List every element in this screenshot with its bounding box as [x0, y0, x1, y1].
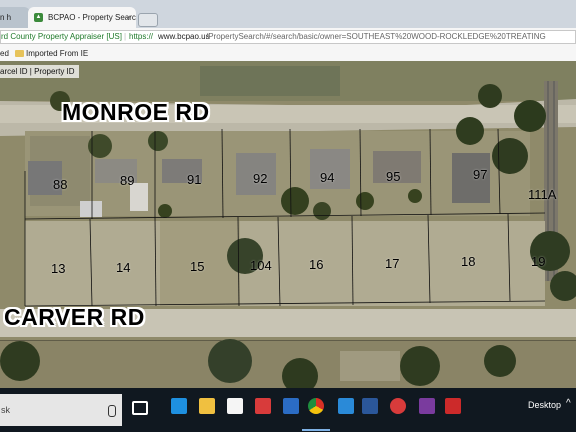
microphone-icon[interactable]: [108, 405, 116, 417]
lot-label[interactable]: 88: [53, 177, 67, 192]
onenote-icon[interactable]: [419, 398, 435, 414]
lot-label[interactable]: 18: [461, 254, 475, 269]
bookmarks-bar: ed Imported From IE: [0, 46, 576, 62]
app-red-icon[interactable]: [255, 398, 271, 414]
aerial-map[interactable]: arcel ID | Property ID MONROE RD CARVER …: [0, 61, 576, 388]
lot-label[interactable]: 14: [116, 260, 130, 275]
close-tab-icon[interactable]: ×: [126, 7, 131, 28]
url-field[interactable]: rd County Property Appraiser [US] | http…: [0, 30, 576, 44]
search-type-bar[interactable]: arcel ID | Property ID: [0, 65, 79, 78]
bookmark-item[interactable]: ed: [0, 46, 9, 61]
store-icon[interactable]: [227, 398, 243, 414]
tab-bcpao-property-search[interactable]: ▲ BCPAO - Property Search ×: [28, 7, 136, 28]
active-app-indicator: [302, 429, 330, 431]
browser-tab-strip: n h ▲ BCPAO - Property Search ×: [0, 0, 576, 28]
lot-label[interactable]: 89: [120, 173, 134, 188]
file-explorer-icon[interactable]: [199, 398, 215, 414]
url-separator: |: [124, 32, 127, 41]
lot-label[interactable]: 19: [531, 254, 545, 269]
lot-label[interactable]: 13: [51, 261, 65, 276]
lot-label[interactable]: 97: [473, 167, 487, 182]
new-tab-button[interactable]: [138, 13, 158, 27]
url-protocol: https://: [129, 32, 154, 41]
acrobat-icon[interactable]: [445, 398, 461, 414]
lot-label[interactable]: 17: [385, 256, 399, 271]
bcpao-favicon-icon: ▲: [34, 13, 43, 22]
taskbar-search-box[interactable]: sk: [0, 394, 122, 426]
windows-taskbar: sk ^ Desktop: [0, 388, 576, 432]
tab-label: BCPAO - Property Search: [48, 13, 136, 22]
url-path: /PropertySearch/#/search/basic/owner=SOU…: [206, 32, 546, 41]
task-view-icon[interactable]: [132, 401, 148, 415]
lot-label[interactable]: 16: [309, 257, 323, 272]
folder-icon: [15, 50, 24, 57]
tab-previous[interactable]: n h: [0, 7, 30, 28]
tray-chevron-icon[interactable]: ^: [566, 398, 571, 409]
lot-label[interactable]: 92: [253, 171, 267, 186]
address-bar: rd County Property Appraiser [US] | http…: [0, 28, 576, 47]
lot-label[interactable]: 95: [386, 169, 400, 184]
app-blue-icon[interactable]: [283, 398, 299, 414]
street-label-monroe-rd: MONROE RD: [62, 99, 210, 125]
lot-label[interactable]: 91: [187, 172, 201, 187]
lot-label[interactable]: 94: [320, 170, 334, 185]
bookmark-imported-from-ie[interactable]: Imported From IE: [26, 46, 88, 61]
edge-icon[interactable]: [171, 398, 187, 414]
lot-label[interactable]: 104: [250, 258, 272, 273]
word-icon[interactable]: [362, 398, 378, 414]
chrome-icon[interactable]: [308, 398, 324, 414]
tab-label: n h: [0, 13, 12, 22]
internet-explorer-icon[interactable]: [338, 398, 354, 414]
url-host: www.bcpao.us: [158, 32, 210, 41]
app-circle-icon[interactable]: [390, 398, 406, 414]
site-identity[interactable]: rd County Property Appraiser [US]: [1, 31, 122, 43]
desktop-toolbar-label[interactable]: Desktop: [528, 400, 561, 410]
search-placeholder: sk: [1, 405, 10, 415]
lot-label[interactable]: 15: [190, 259, 204, 274]
lot-label[interactable]: 111A: [528, 187, 556, 202]
street-label-carver-rd: CARVER RD: [4, 304, 145, 330]
